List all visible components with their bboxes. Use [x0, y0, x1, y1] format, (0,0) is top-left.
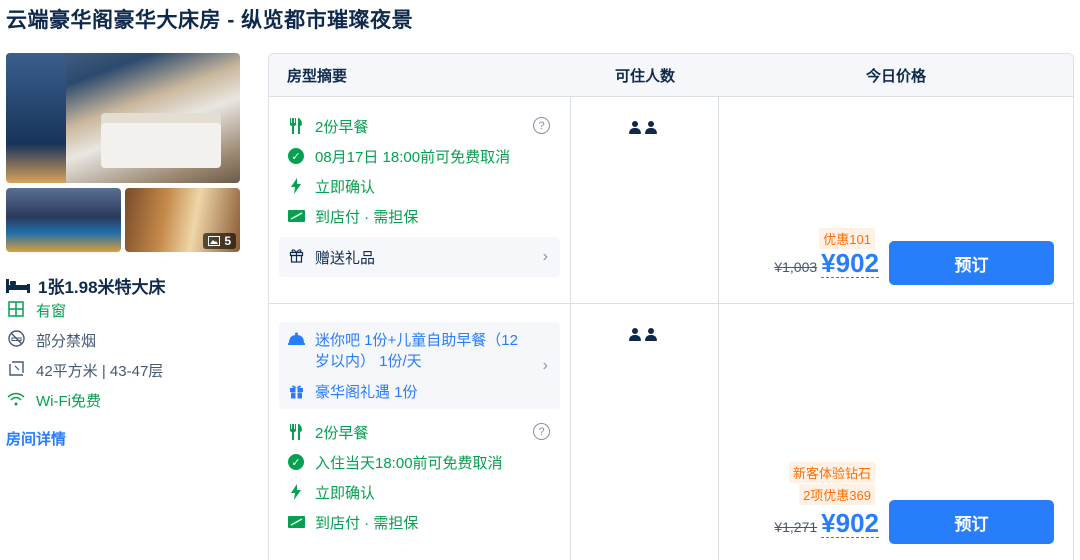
gift-icon	[287, 382, 305, 403]
photo-bed	[101, 123, 221, 168]
table-header: 房型摘要 可住人数 今日价格	[269, 54, 1073, 97]
rate-row-2: 迷你吧 1份+儿童自助早餐（12岁以内） 1份/天 豪华阁礼遇 1份 › 2份早…	[269, 304, 1073, 560]
room-detail-link[interactable]: 房间详情	[6, 428, 66, 449]
header-summary: 房型摘要	[287, 67, 348, 85]
payment-line: 到店付 · 需担保	[279, 201, 560, 231]
cutlery-icon	[287, 118, 305, 134]
package-line: 豪华阁礼遇 1份	[287, 382, 552, 403]
feature-smoking: 部分禁烟	[6, 330, 96, 351]
check-circle-icon: ✓	[288, 454, 304, 470]
original-price: ¥1,271	[774, 519, 818, 535]
package-line: 迷你吧 1份+儿童自助早餐（12岁以内） 1份/天	[287, 330, 552, 372]
rate-summary-cell: 迷你吧 1份+儿童自助早餐（12岁以内） 1份/天 豪华阁礼遇 1份 › 2份早…	[269, 304, 571, 560]
original-price: ¥1,003	[774, 259, 818, 275]
rate-row-1: 2份早餐 ? ✓ 08月17日 18:00前可免费取消 立即确认 到店付 · 需…	[269, 97, 1073, 304]
cancel-line: ✓ 08月17日 18:00前可免费取消	[279, 141, 560, 171]
person-icon	[645, 328, 657, 341]
two-people-icon	[629, 121, 657, 134]
guests-cell	[571, 97, 719, 303]
area-icon	[6, 360, 26, 381]
no-smoking-icon	[6, 330, 26, 351]
rate-summary-cell: 2份早餐 ? ✓ 08月17日 18:00前可免费取消 立即确认 到店付 · 需…	[269, 97, 571, 303]
page-title: 云端豪华阁豪华大床房 - 纵览都市璀璨夜景	[6, 9, 414, 32]
current-price[interactable]: ¥902	[821, 249, 879, 278]
room-main-photo[interactable]	[6, 53, 240, 183]
person-icon	[629, 121, 641, 134]
chevron-right-icon: ›	[542, 357, 548, 374]
lightning-icon	[287, 484, 305, 500]
two-people-icon	[629, 328, 657, 341]
feature-area: 42平方米 | 43-47层	[6, 360, 163, 381]
wifi-icon	[6, 392, 26, 410]
photo-count: 5	[224, 234, 231, 248]
price-cell: 优惠101 ¥1,003 ¥902 预订	[719, 97, 1073, 303]
current-price[interactable]: ¥902	[821, 509, 879, 538]
person-icon	[629, 328, 641, 341]
photo-count-badge[interactable]: 5	[203, 233, 236, 249]
person-icon	[645, 121, 657, 134]
header-price: 今日价格	[865, 67, 926, 85]
bed-type-label: 1张1.98米特大床	[38, 278, 166, 297]
price-block: ¥1,271 ¥902	[774, 509, 879, 538]
help-icon[interactable]: ?	[533, 423, 550, 440]
bed-type: 1张1.98米特大床	[6, 273, 166, 298]
check-circle-icon: ✓	[288, 148, 304, 164]
discount-tag: 2项优惠369	[799, 484, 875, 505]
chevron-right-icon: ›	[542, 248, 548, 265]
lightning-icon	[287, 178, 305, 194]
discount-tag: 优惠101	[819, 228, 875, 249]
gift-icon	[287, 248, 305, 267]
guests-cell	[571, 304, 719, 560]
promo-tag: 新客体验钻石	[788, 462, 875, 483]
breakfast-line: 2份早餐 ?	[279, 111, 560, 141]
book-button[interactable]: 预订	[889, 241, 1054, 285]
pay-at-hotel-icon	[287, 515, 305, 529]
window-icon	[6, 300, 26, 321]
feature-window: 有窗	[6, 300, 66, 321]
price-cell: 新客体验钻石 2项优惠369 ¥1,271 ¥902 预订	[719, 304, 1073, 560]
pay-at-hotel-icon	[287, 209, 305, 223]
price-block: ¥1,003 ¥902	[774, 249, 879, 278]
room-thumb-photo-1[interactable]	[6, 188, 121, 252]
gift-row[interactable]: 赠送礼品 ›	[279, 237, 560, 277]
cutlery-icon	[287, 424, 305, 440]
rate-table: 房型摘要 可住人数 今日价格 2份早餐 ? ✓ 08月17日 18:00前可免费…	[268, 53, 1074, 560]
cancel-line: ✓ 入住当天18:00前可免费取消	[279, 447, 560, 477]
header-guests: 可住人数	[614, 67, 675, 85]
confirm-line: 立即确认	[279, 477, 560, 507]
help-icon[interactable]: ?	[533, 117, 550, 134]
breakfast-line: 2份早餐 ?	[279, 417, 560, 447]
feature-wifi: Wi-Fi免费	[6, 390, 101, 411]
confirm-line: 立即确认	[279, 171, 560, 201]
room-photo-gallery[interactable]: 5	[6, 53, 240, 252]
payment-line: 到店付 · 需担保	[279, 507, 560, 537]
book-button[interactable]: 预订	[889, 500, 1054, 544]
minibar-icon	[287, 330, 305, 372]
package-box[interactable]: 迷你吧 1份+儿童自助早餐（12岁以内） 1份/天 豪华阁礼遇 1份 ›	[279, 322, 560, 409]
photo-window	[6, 53, 66, 183]
bed-icon	[6, 278, 30, 293]
room-thumb-photo-2[interactable]: 5	[125, 188, 240, 252]
image-icon	[208, 236, 221, 246]
